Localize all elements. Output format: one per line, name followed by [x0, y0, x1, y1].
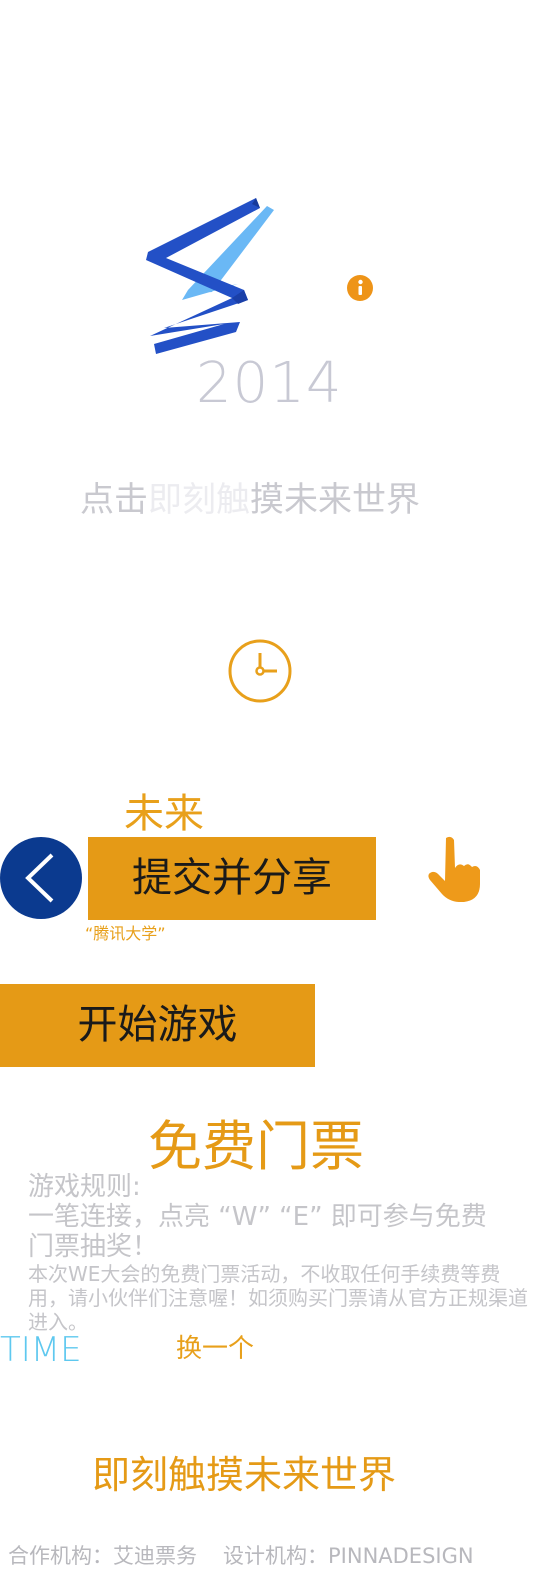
- pointing-hand-icon: [420, 834, 486, 903]
- bottom-slogan: 即刻触摸未来世界: [92, 1453, 397, 1497]
- chevron-left-icon: [25, 853, 54, 903]
- rules-text-line1: 一笔连接，点亮 “W” “E” 即可参与免费: [28, 1202, 487, 1232]
- tagline-seg-a: 点击: [80, 480, 148, 520]
- tagline: 点击即刻触摸未来世界: [80, 478, 420, 522]
- notice-text: 本次WE大会的免费门票活动，不收取任何手续费等费用，请小伙伴们注意喔！如须购买门…: [28, 1262, 528, 1334]
- back-button[interactable]: [0, 837, 82, 919]
- time-label: TIME: [0, 1330, 82, 1370]
- info-icon[interactable]: [346, 274, 374, 302]
- logo-year: 2014: [196, 351, 343, 416]
- clock-icon: [227, 638, 293, 704]
- footer-designer: 设计机构：PINNADESIGN: [223, 1544, 474, 1568]
- switch-button[interactable]: 换一个: [176, 1332, 254, 1366]
- rules-title: 游戏规则:: [28, 1172, 141, 1202]
- future-label: 未来: [124, 791, 204, 837]
- submit-share-button[interactable]: 提交并分享: [88, 837, 376, 920]
- tagline-seg-c: 摸未来世界: [250, 480, 420, 520]
- rules-text-line2: 门票抽奖！: [28, 1232, 159, 1262]
- footer-partner: 合作机构：艾迪票务: [8, 1544, 197, 1568]
- tencent-university-label: “腾讯大学”: [85, 924, 166, 943]
- start-game-button[interactable]: 开始游戏: [0, 984, 315, 1067]
- free-ticket-title: 免费门票: [148, 1115, 364, 1178]
- tagline-seg-b: 即刻触: [148, 480, 250, 520]
- footer: 合作机构：艾迪票务 设计机构：PINNADESIGN: [8, 1542, 500, 1570]
- we-logo: [140, 190, 290, 365]
